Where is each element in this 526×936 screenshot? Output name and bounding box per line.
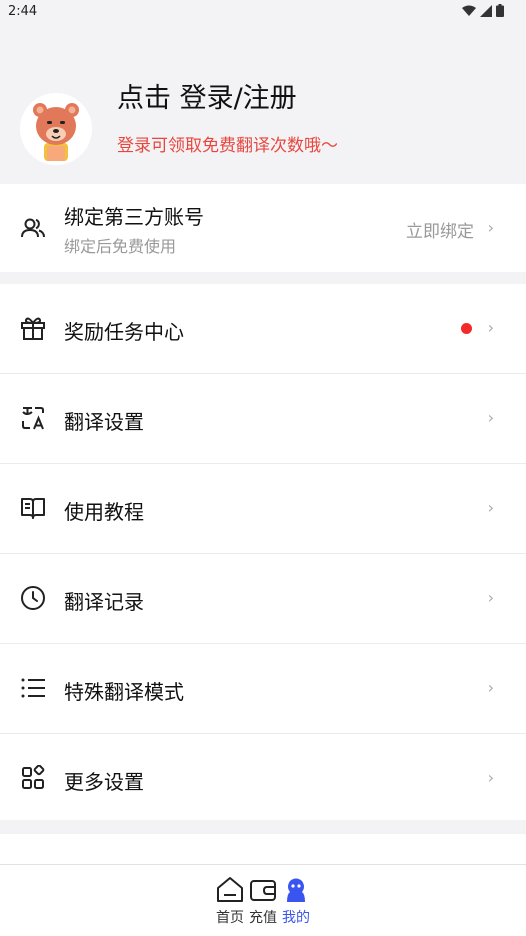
- menu-item-label: 翻译设置: [64, 410, 144, 434]
- menu-item-more-settings[interactable]: 更多设置 ›: [0, 734, 526, 823]
- notification-badge: [461, 323, 472, 334]
- signal-icon: [480, 4, 492, 17]
- content-footer-spacer: [0, 834, 526, 864]
- menu-item-translate-settings[interactable]: 翻译设置 ›: [0, 374, 526, 464]
- users-icon: [21, 218, 45, 238]
- menu-item-label: 特殊翻译模式: [64, 680, 184, 704]
- grid-icon: [22, 765, 45, 789]
- tab-mine[interactable]: 我的: [278, 875, 314, 927]
- wallet-icon: [250, 880, 276, 901]
- list-icon: [21, 678, 45, 698]
- login-register-title[interactable]: 点击 登录/注册: [117, 76, 297, 115]
- menu-item-label: 使用教程: [64, 500, 144, 524]
- chevron-right-icon: ›: [487, 588, 494, 607]
- bind-third-party-account[interactable]: 绑定第三方账号 绑定后免费使用 立即绑定 ›: [0, 184, 526, 272]
- profile-header[interactable]: 点击 登录/注册 登录可领取免费翻译次数哦～: [0, 24, 526, 183]
- tab-recharge[interactable]: 充值: [245, 875, 281, 927]
- home-icon: [217, 877, 243, 902]
- translate-icon: [22, 407, 44, 430]
- avatar[interactable]: [20, 93, 92, 165]
- clock-icon: [21, 586, 45, 610]
- menu-item-label: 更多设置: [64, 770, 144, 794]
- login-hint-text: 登录可领取免费翻译次数哦～: [117, 136, 338, 156]
- chevron-right-icon: ›: [487, 318, 494, 337]
- menu-list: 奖励任务中心 › 翻译设置 › 使用教程 › 翻译记录 › 特殊翻译模式 › 更…: [0, 284, 526, 820]
- bear-avatar-icon: [20, 93, 92, 165]
- status-time: 2:44: [8, 4, 38, 19]
- menu-item-tutorial[interactable]: 使用教程 ›: [0, 464, 526, 554]
- chevron-right-icon: ›: [487, 498, 494, 517]
- bind-account-title: 绑定第三方账号: [64, 205, 204, 229]
- chevron-right-icon: ›: [487, 218, 494, 237]
- wifi-icon: [462, 5, 476, 16]
- chevron-right-icon: ›: [487, 678, 494, 697]
- tab-label: 首页: [216, 910, 244, 926]
- tab-label: 充值: [249, 910, 277, 926]
- menu-item-label: 翻译记录: [64, 590, 144, 614]
- gift-icon: [21, 317, 45, 340]
- chevron-right-icon: ›: [487, 408, 494, 427]
- bind-account-subtitle: 绑定后免费使用: [64, 237, 177, 256]
- chevron-right-icon: ›: [487, 768, 494, 787]
- user-icon: [287, 878, 305, 902]
- book-icon: [21, 498, 45, 519]
- status-bar: 2:44: [0, 0, 526, 24]
- menu-item-reward-tasks[interactable]: 奖励任务中心 ›: [0, 284, 526, 374]
- status-icons: [462, 4, 504, 17]
- menu-item-special-mode[interactable]: 特殊翻译模式 ›: [0, 644, 526, 734]
- bottom-tab-bar: 首页 充值 我的: [0, 864, 526, 936]
- tab-home[interactable]: 首页: [212, 875, 248, 927]
- battery-icon: [496, 4, 504, 17]
- bind-now-link[interactable]: 立即绑定: [406, 217, 474, 242]
- menu-item-translation-history[interactable]: 翻译记录 ›: [0, 554, 526, 644]
- menu-item-label: 奖励任务中心: [64, 320, 184, 344]
- tab-label: 我的: [282, 910, 310, 926]
